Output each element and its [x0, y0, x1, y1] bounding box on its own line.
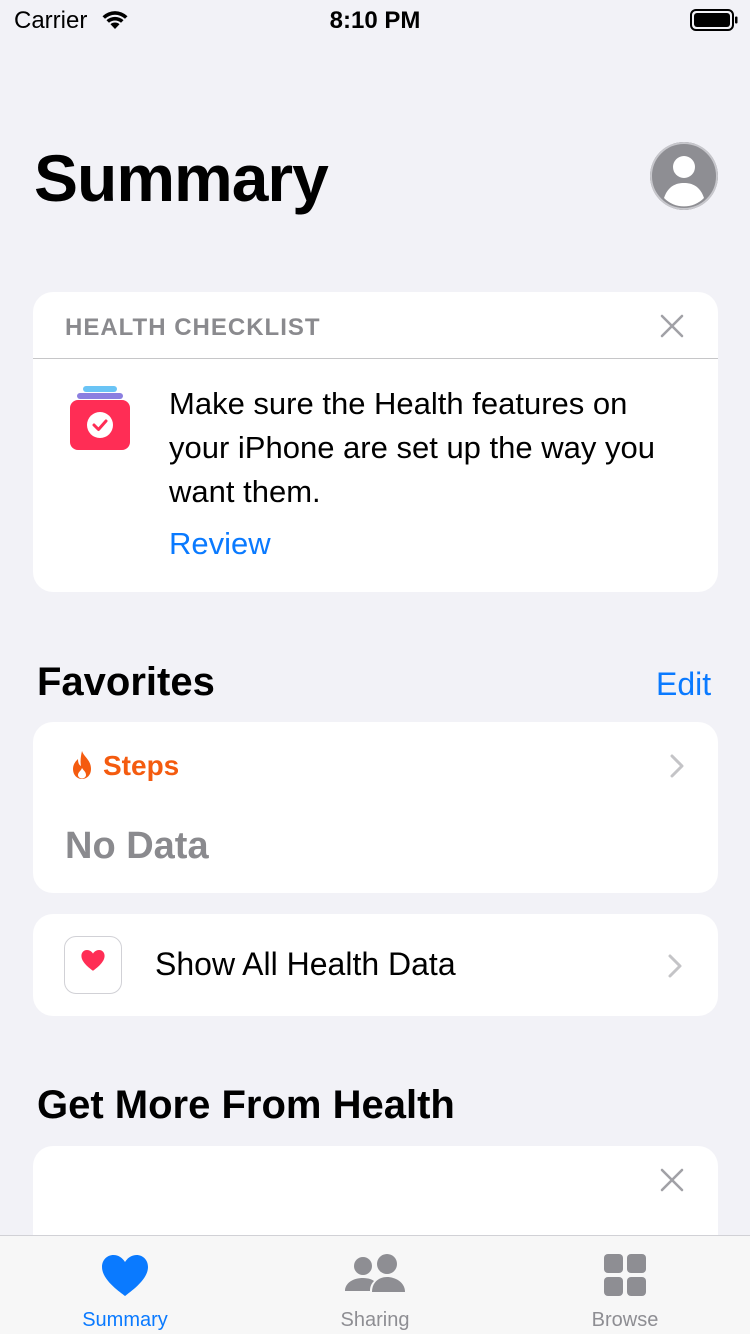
show-all-health-data-row[interactable]: Show All Health Data: [33, 914, 718, 1016]
tab-browse[interactable]: Browse: [500, 1236, 750, 1334]
divider: [33, 358, 718, 359]
tab-label: Summary: [82, 1309, 168, 1331]
grid-icon: [604, 1254, 646, 1296]
steps-label: Steps: [103, 750, 180, 781]
steps-card[interactable]: Steps No Data: [33, 722, 718, 893]
close-checklist-button[interactable]: [659, 313, 685, 339]
tab-label: Sharing: [340, 1309, 410, 1331]
tab-summary[interactable]: Summary: [0, 1236, 250, 1334]
chevron-right-icon: [668, 954, 682, 978]
steps-value: No Data: [65, 825, 209, 867]
chevron-right-icon: [670, 754, 684, 778]
flame-icon: [73, 751, 91, 779]
tab-bar: Summary Sharing Browse: [0, 1235, 750, 1334]
tab-sharing[interactable]: Sharing: [250, 1236, 500, 1334]
status-bar: Carrier 8:10 PM: [0, 0, 750, 40]
health-checklist-card: HEALTH CHECKLIST Make sure the Health fe…: [33, 292, 718, 592]
people-icon: [345, 1254, 405, 1292]
close-get-more-button[interactable]: [659, 1167, 685, 1193]
profile-avatar-button[interactable]: [650, 142, 718, 210]
heart-icon: [102, 1255, 148, 1296]
battery-icon: [690, 9, 738, 31]
show-all-label: Show All Health Data: [155, 946, 456, 982]
get-more-title: Get More From Health: [37, 1083, 455, 1127]
tab-label: Browse: [591, 1309, 659, 1331]
checklist-icon: [70, 386, 130, 450]
health-app-icon: [64, 936, 122, 994]
clock: 8:10 PM: [329, 7, 421, 34]
heart-icon: [81, 950, 105, 971]
checklist-header: HEALTH CHECKLIST: [65, 314, 321, 341]
person-icon: [650, 142, 718, 210]
favorites-title: Favorites: [37, 660, 215, 704]
review-button[interactable]: Review: [169, 526, 271, 562]
page-title: Summary: [34, 141, 329, 215]
edit-favorites-button[interactable]: Edit: [656, 666, 711, 703]
checklist-message: Make sure the Health features on your iP…: [169, 386, 655, 509]
